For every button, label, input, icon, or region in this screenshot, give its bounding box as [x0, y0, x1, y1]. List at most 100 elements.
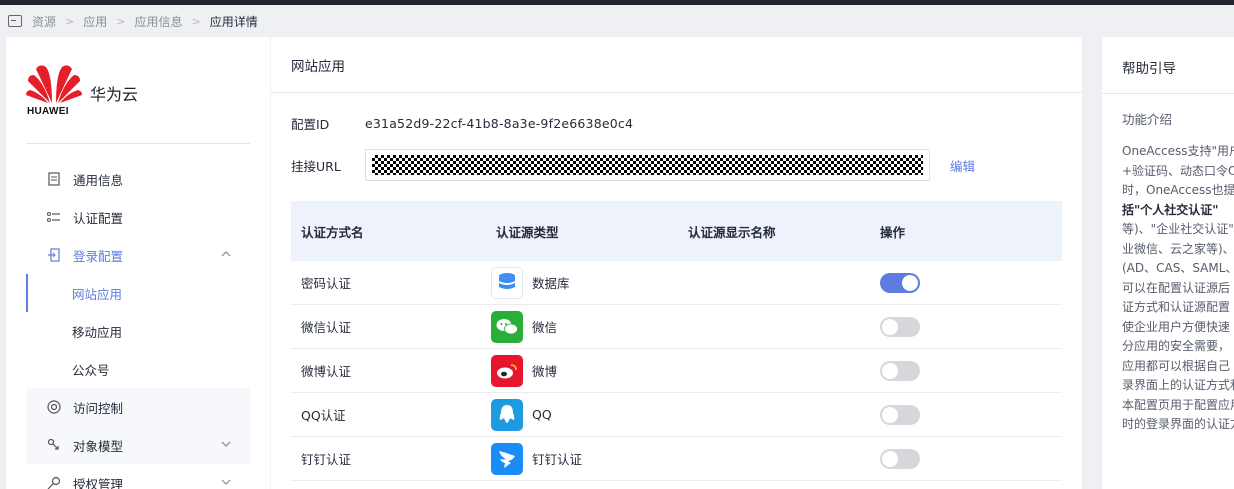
database-icon — [491, 266, 523, 299]
brand-name: 华为云 — [90, 85, 139, 104]
sidebar-item-access-control[interactable]: 访问控制 — [26, 388, 250, 426]
chevron-down-icon[interactable] — [220, 438, 232, 450]
breadcrumb-item-apps[interactable]: 应用 — [83, 13, 107, 30]
auth-source-label: 数据库 — [532, 276, 570, 291]
url-label: 挂接URL — [291, 158, 341, 174]
enable-toggle[interactable] — [880, 360, 920, 381]
config-id-label: 配置ID — [291, 116, 330, 132]
auth-source: QQ — [486, 398, 678, 431]
help-line: 使企业用户方便快速 — [1122, 319, 1231, 334]
breadcrumb-item-app-info[interactable]: 应用信息 — [134, 13, 182, 30]
column-header: 认证源类型 — [496, 224, 559, 240]
breadcrumb-separator-icon: > — [191, 14, 201, 28]
key-icon — [47, 476, 61, 489]
url-redacted-value — [372, 155, 923, 175]
settings-list-icon — [47, 210, 61, 224]
column-header: 操作 — [880, 224, 906, 240]
sidebar-subitem-mobile-app[interactable]: 移动应用 — [26, 312, 250, 350]
table-header: 认证方式名 认证源类型 认证源显示名称 操作 — [291, 201, 1062, 261]
sidebar-item-label: 访问控制 — [73, 400, 124, 416]
sidebar-item-label: 授权管理 — [73, 476, 124, 489]
sidebar: HUAWEI 华为云 通用信息 认证配置 登录配置 网站应用 移动应用 公众号 … — [6, 37, 270, 489]
auth-source-label: 微信 — [532, 320, 558, 335]
enable-toggle[interactable] — [880, 316, 920, 337]
auth-method-name: 密码认证 — [301, 276, 352, 291]
login-icon — [47, 248, 61, 262]
sidebar-item-label: 登录配置 — [73, 248, 124, 264]
action-cell — [870, 316, 1062, 337]
enable-toggle[interactable] — [880, 404, 920, 425]
help-line: 时的登录界面的认证方 — [1122, 417, 1234, 431]
sidebar-divider — [26, 143, 250, 144]
table-row: 密码认证 数据库 — [291, 261, 1062, 305]
action-cell — [870, 448, 1062, 469]
column-header: 认证方式名 — [301, 224, 364, 240]
auth-source: 数据库 — [486, 266, 678, 299]
auth-source-label: 钉钉认证 — [532, 452, 583, 467]
auth-method-name: QQ认证 — [301, 408, 346, 423]
action-cell — [870, 360, 1062, 381]
config-id-value: e31a52d9-22cf-41b8-8a3e-9f2e6638e0c4 — [365, 115, 634, 131]
target-icon — [47, 400, 61, 414]
auth-source: 微博 — [486, 354, 678, 387]
edit-link[interactable]: 编辑 — [950, 156, 975, 175]
enable-toggle[interactable] — [880, 272, 920, 293]
table-row: 微博认证 微博 — [291, 349, 1062, 393]
table-row: 钉钉认证 钉钉认证 — [291, 437, 1062, 481]
huawei-logo: HUAWEI — [26, 61, 86, 117]
dingtalk-icon — [491, 442, 523, 475]
column-header: 认证源显示名称 — [688, 224, 776, 240]
help-line: 本配置页用于配置应用 — [1122, 397, 1234, 412]
auth-source: 微信 — [486, 310, 678, 343]
auth-method-name: 钉钉认证 — [301, 452, 352, 467]
url-input[interactable] — [365, 149, 930, 181]
auth-table: 认证方式名 认证源类型 认证源显示名称 操作 密码认证 数据库 微信认证 微信 … — [291, 201, 1062, 481]
help-title: 帮助引导 — [1122, 61, 1176, 77]
help-divider — [1102, 93, 1234, 94]
help-line: 录界面上的认证方式和 — [1122, 378, 1234, 392]
help-line: 业微信、云之家等)、 — [1122, 241, 1234, 256]
breadcrumb-separator-icon: > — [65, 14, 75, 28]
help-line: +验证码、动态口令O — [1122, 163, 1234, 178]
help-line: OneAccess支持"用户 — [1122, 144, 1234, 158]
sidebar-item-label: 对象模型 — [73, 438, 124, 454]
help-text: OneAccess支持"用户 +验证码、动态口令O 时，OneAccess也提 … — [1122, 142, 1234, 435]
breadcrumb: 资源 > 应用 > 应用信息 > 应用详情 — [0, 5, 1234, 37]
help-line: (AD、CAS、SAML、 — [1122, 261, 1234, 275]
sidebar-item-auth-config[interactable]: 认证配置 — [26, 198, 250, 236]
help-panel: 帮助引导 功能介绍 OneAccess支持"用户 +验证码、动态口令O 时，On… — [1102, 37, 1234, 489]
sidebar-item-login-config[interactable]: 登录配置 — [26, 236, 250, 274]
help-subtitle: 功能介绍 — [1122, 112, 1173, 127]
main-panel: 网站应用 配置ID e31a52d9-22cf-41b8-8a3e-9f2e66… — [271, 37, 1082, 489]
sidebar-subitem-web-app[interactable]: 网站应用 — [26, 274, 250, 312]
sidebar-item-general-info[interactable]: 通用信息 — [26, 160, 250, 198]
chevron-down-icon[interactable] — [220, 476, 232, 488]
help-line: 分应用的安全需要， — [1122, 339, 1231, 353]
huawei-flower-icon — [26, 65, 82, 103]
logo-text: HUAWEI — [27, 106, 69, 117]
chevron-up-icon[interactable] — [220, 248, 232, 260]
auth-method-name: 微信认证 — [301, 320, 352, 335]
sidebar-item-authorization[interactable]: 授权管理 — [26, 464, 250, 489]
url-row: 挂接URL 编辑 — [291, 149, 975, 181]
help-line: 时，OneAccess也提 — [1122, 183, 1234, 197]
action-cell — [870, 272, 1062, 293]
breadcrumb-separator-icon: > — [116, 14, 126, 28]
wechat-icon — [491, 310, 523, 343]
sidebar-item-label: 通用信息 — [73, 172, 124, 188]
weibo-icon — [491, 354, 523, 387]
enable-toggle[interactable] — [880, 448, 920, 469]
qq-icon — [491, 398, 523, 431]
back-icon[interactable] — [8, 15, 22, 27]
sidebar-item-label: 认证配置 — [73, 210, 124, 226]
help-line: 等)、"企业社交认证" — [1122, 222, 1234, 236]
help-line: 证方式和认证源配置 — [1122, 300, 1231, 314]
auth-source-label: QQ — [532, 407, 552, 422]
help-line: 可以在配置认证源后 — [1122, 280, 1231, 295]
model-icon — [47, 438, 61, 452]
sidebar-subitem-official-account[interactable]: 公众号 — [26, 350, 250, 388]
sidebar-item-object-model[interactable]: 对象模型 — [26, 426, 250, 464]
config-id-row: 配置ID e31a52d9-22cf-41b8-8a3e-9f2e6638e0c… — [291, 113, 633, 133]
breadcrumb-item-resources[interactable]: 资源 — [32, 13, 56, 30]
action-cell — [870, 404, 1062, 425]
